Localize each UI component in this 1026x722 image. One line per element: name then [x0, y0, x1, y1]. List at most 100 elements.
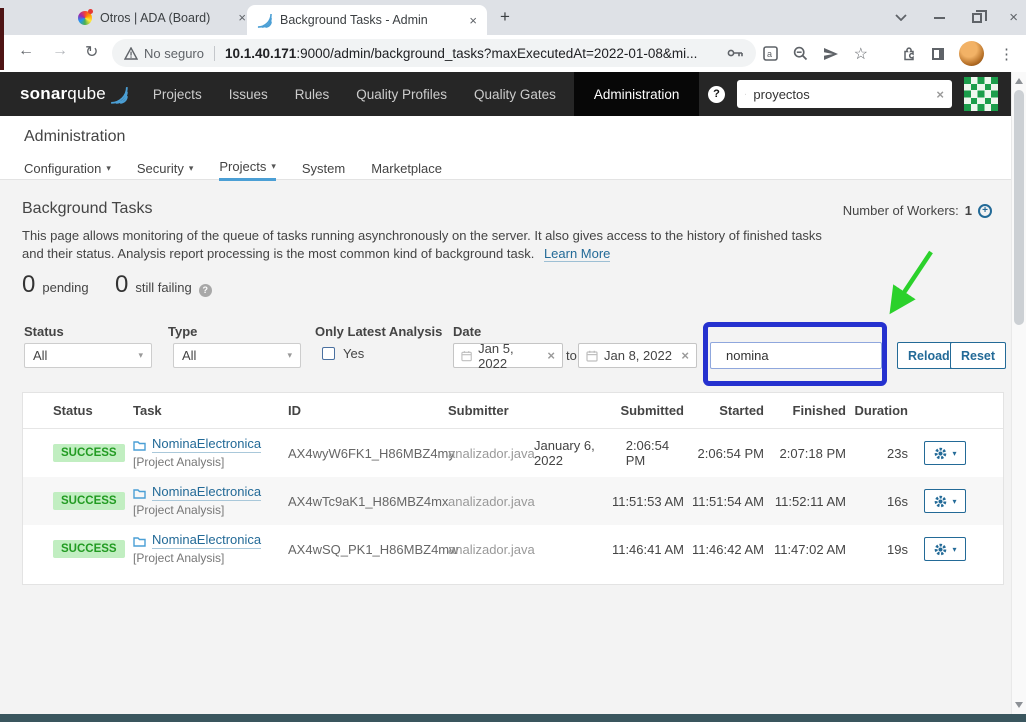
- type-filter-select[interactable]: All ▾: [173, 343, 301, 368]
- site-security-chip[interactable]: No seguro: [124, 46, 204, 61]
- scrollbar-thumb[interactable]: [1014, 90, 1024, 325]
- tab-search-chevron-icon[interactable]: [895, 14, 907, 21]
- calendar-icon: [586, 350, 598, 362]
- browser-menu-icon[interactable]: ⋮: [999, 45, 1014, 63]
- zoom-out-icon[interactable]: [793, 46, 808, 61]
- nav-item-projects[interactable]: Projects: [151, 87, 204, 102]
- reload-page-button[interactable]: ↻: [85, 42, 98, 62]
- new-tab-button[interactable]: +: [500, 7, 510, 27]
- chevron-down-icon: ▾: [138, 350, 143, 360]
- subnav-marketplace[interactable]: Marketplace: [371, 159, 442, 181]
- date-to-input[interactable]: Jan 8, 2022 ×: [578, 343, 697, 368]
- window-restore-button[interactable]: [972, 9, 988, 23]
- warning-icon: [124, 46, 138, 60]
- task-actions-button[interactable]: ▾: [924, 441, 966, 465]
- tasks-table: Status Task ID Submitter Submitted Started …: [22, 392, 1004, 585]
- browser-tab-ada[interactable]: Otros | ADA (Board) ×: [78, 4, 246, 31]
- task-submitted: 11:46:41 AM: [611, 541, 684, 557]
- workers-count: 1: [964, 203, 972, 218]
- scroll-down-arrow[interactable]: [1015, 702, 1023, 708]
- help-tooltip-icon[interactable]: ?: [198, 283, 212, 297]
- task-submitter: analizador.java: [448, 445, 535, 461]
- status-filter-select[interactable]: All ▾: [24, 343, 152, 368]
- task-duration: 23s: [887, 445, 908, 461]
- chevron-down-icon: ▾: [952, 544, 957, 554]
- annotation-arrow: [889, 250, 933, 315]
- nav-item-issues[interactable]: Issues: [227, 87, 270, 102]
- status-badge: SUCCESS: [53, 492, 125, 510]
- task-search-box[interactable]: ×: [710, 342, 917, 369]
- sonar-waves-icon: [110, 87, 128, 104]
- sonarqube-logo[interactable]: sonarqube: [20, 84, 129, 104]
- table-row: SUCCESS NominaElectronica [Project Analy…: [23, 477, 1003, 525]
- side-panel-icon[interactable]: [932, 47, 944, 60]
- subnav-security[interactable]: Security ▾: [137, 159, 194, 181]
- nav-item-quality-profiles[interactable]: Quality Profiles: [354, 87, 449, 102]
- task-id: AX4wSQ_PK1_H86MBZ4mw: [288, 541, 459, 557]
- translate-icon[interactable]: a: [762, 46, 778, 61]
- window-minimize-button[interactable]: [934, 16, 946, 19]
- browser-profile-avatar[interactable]: [959, 41, 984, 66]
- clear-date-icon[interactable]: ×: [547, 349, 555, 362]
- table-row: SUCCESS NominaElectronica [Project Analy…: [23, 429, 1003, 477]
- date-from-input[interactable]: Jan 5, 2022 ×: [453, 341, 563, 371]
- clear-search-icon[interactable]: ×: [936, 88, 944, 101]
- task-duration: 16s: [887, 493, 908, 509]
- task-type: [Project Analysis]: [133, 455, 225, 470]
- task-id: AX4wTc9aK1_H86MBZ4mx: [288, 493, 449, 509]
- learn-more-link[interactable]: Learn More: [543, 246, 611, 262]
- back-button[interactable]: ←: [18, 42, 34, 60]
- admin-title: Administration: [24, 128, 126, 145]
- chevron-down-icon: ▾: [952, 496, 957, 506]
- calendar-icon: [461, 350, 472, 361]
- task-duration: 19s: [887, 541, 908, 557]
- table-row: SUCCESS NominaElectronica [Project Analy…: [23, 525, 1003, 573]
- password-key-icon[interactable]: [727, 48, 744, 58]
- window-close-button[interactable]: ×: [1009, 9, 1018, 26]
- desktop-edge: [0, 8, 4, 70]
- latest-analysis-label: Only Latest Analysis: [315, 324, 443, 339]
- send-share-icon[interactable]: [823, 47, 839, 61]
- reset-button[interactable]: Reset: [950, 342, 1007, 369]
- task-link[interactable]: NominaElectronica: [152, 532, 262, 550]
- nav-item-administration[interactable]: Administration: [573, 72, 700, 116]
- page-scrollbar[interactable]: [1011, 72, 1026, 714]
- task-finished: 2:07:18 PM: [779, 445, 847, 461]
- forward-button[interactable]: →: [52, 42, 68, 60]
- address-bar[interactable]: No seguro 10.1.40.171:9000/admin/backgro…: [112, 39, 756, 67]
- chevron-down-icon: ▾: [188, 162, 194, 173]
- task-started: 11:51:54 AM: [691, 493, 764, 509]
- tab-close-icon[interactable]: ×: [469, 14, 477, 27]
- chevron-down-icon: ▾: [287, 350, 292, 360]
- task-link[interactable]: NominaElectronica: [152, 436, 262, 454]
- svg-text:a: a: [767, 49, 772, 59]
- task-search-input[interactable]: [726, 348, 902, 363]
- user-avatar[interactable]: [964, 77, 998, 111]
- latest-analysis-checkbox[interactable]: [322, 347, 335, 360]
- task-actions-button[interactable]: ▾: [924, 489, 966, 513]
- divider: [213, 45, 215, 61]
- help-icon[interactable]: ?: [708, 85, 725, 103]
- tab-close-icon[interactable]: ×: [238, 11, 246, 24]
- task-type: [Project Analysis]: [133, 551, 225, 566]
- scroll-up-arrow[interactable]: [1015, 78, 1023, 84]
- extensions-puzzle-icon[interactable]: [902, 46, 917, 61]
- subnav-configuration[interactable]: Configuration ▾: [24, 159, 111, 181]
- add-worker-icon[interactable]: +: [978, 203, 992, 218]
- gear-icon: [935, 447, 947, 459]
- nav-item-quality-gates[interactable]: Quality Gates: [472, 87, 558, 102]
- clear-date-icon[interactable]: ×: [681, 349, 689, 362]
- checkbox-label: Yes: [343, 346, 365, 361]
- browser-tab-background-tasks[interactable]: Background Tasks - Admin ×: [247, 5, 487, 35]
- admin-header: Administration Configuration ▾ Security ▾ …: [0, 116, 1026, 181]
- subnav-system[interactable]: System: [302, 159, 345, 181]
- global-search-box[interactable]: ×: [737, 80, 952, 108]
- task-actions-button[interactable]: ▾: [924, 537, 966, 561]
- bookmark-star-icon[interactable]: ☆: [854, 44, 868, 64]
- nav-item-rules[interactable]: Rules: [293, 87, 332, 102]
- sonarqube-navbar: sonarqube Projects Issues Rules Quality …: [0, 72, 1026, 116]
- subnav-projects[interactable]: Projects ▾: [219, 159, 276, 181]
- global-search-input[interactable]: [753, 86, 930, 102]
- task-link[interactable]: NominaElectronica: [152, 484, 262, 502]
- task-finished: 11:47:02 AM: [773, 541, 846, 557]
